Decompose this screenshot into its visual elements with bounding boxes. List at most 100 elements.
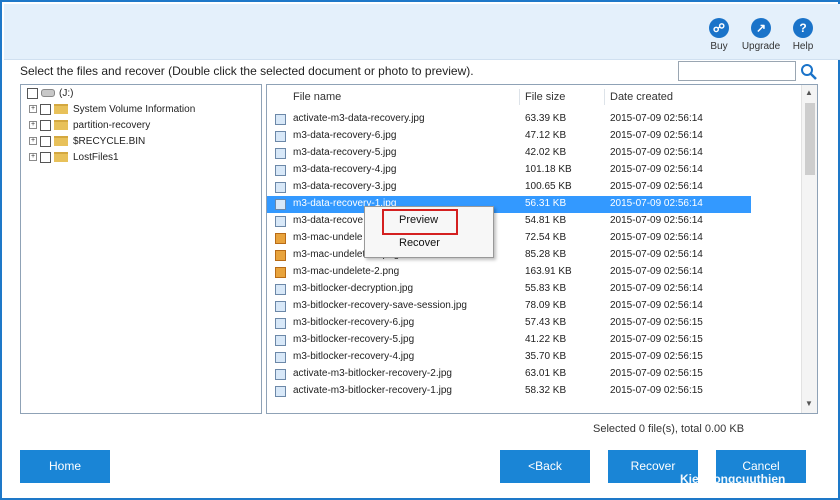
- png-file-icon: [275, 250, 286, 261]
- tree-checkbox[interactable]: [40, 151, 51, 163]
- column-header-date[interactable]: Date created: [610, 85, 673, 109]
- tree-checkbox[interactable]: [40, 103, 51, 115]
- upgrade-button[interactable]: ↗ Upgrade: [740, 18, 782, 52]
- tree-item-drive[interactable]: (J:): [27, 85, 73, 101]
- file-name: m3-bitlocker-recovery-6.jpg: [293, 317, 415, 328]
- file-size: 47.12 KB: [525, 130, 567, 141]
- column-divider[interactable]: [604, 89, 605, 105]
- image-file-icon: [275, 301, 286, 312]
- image-file-icon: [275, 165, 286, 176]
- folder-icon: [54, 104, 68, 114]
- file-date: 2015-07-09 02:56:14: [610, 249, 703, 260]
- expand-icon[interactable]: +: [29, 137, 37, 145]
- file-row[interactable]: m3-mac-undelete-2.png 163.91 KB 2015-07-09…: [267, 264, 751, 281]
- column-header-size[interactable]: File size: [525, 85, 565, 109]
- tree-item-partition-recovery[interactable]: + partition-recovery: [29, 117, 150, 133]
- file-date: 2015-07-09 02:56:14: [610, 232, 703, 243]
- drive-icon: [41, 89, 55, 97]
- file-size: 101.18 KB: [525, 164, 572, 175]
- folder-icon: [54, 136, 68, 146]
- file-date: 2015-07-09 02:56:14: [610, 113, 703, 124]
- file-row[interactable]: m3-bitlocker-recovery-4.jpg 35.70 KB 2015-…: [267, 349, 751, 366]
- file-name: activate-m3-bitlocker-recovery-2.jpg: [293, 368, 452, 379]
- image-file-icon: [275, 131, 286, 142]
- context-menu-preview[interactable]: Preview: [399, 214, 438, 226]
- file-size: 41.22 KB: [525, 334, 567, 345]
- file-date: 2015-07-09 02:56:14: [610, 147, 703, 158]
- home-button[interactable]: Home: [20, 450, 110, 483]
- file-date: 2015-07-09 02:56:14: [610, 283, 703, 294]
- help-icon: ?: [793, 18, 813, 38]
- file-name: m3-data-recovery-4.jpg: [293, 164, 397, 175]
- file-name: m3-bitlocker-recovery-5.jpg: [293, 334, 415, 345]
- tree-item-system-volume-information[interactable]: + System Volume Information: [29, 101, 195, 117]
- file-date: 2015-07-09 02:56:14: [610, 130, 703, 141]
- image-file-icon: [275, 369, 286, 380]
- tree-checkbox[interactable]: [40, 119, 51, 131]
- file-date: 2015-07-09 02:56:14: [610, 198, 703, 209]
- search-button[interactable]: [798, 61, 820, 81]
- image-file-icon: [275, 114, 286, 125]
- file-row[interactable]: m3-bitlocker-recovery-5.jpg 41.22 KB 2015-…: [267, 332, 751, 349]
- file-row[interactable]: m3-bitlocker-recovery-save-session.jpg 78…: [267, 298, 751, 315]
- file-size: 57.43 KB: [525, 317, 567, 328]
- folder-icon: [54, 120, 68, 130]
- help-button[interactable]: ? Help: [782, 18, 824, 52]
- file-row[interactable]: activate-m3-bitlocker-recovery-1.jpg 58.3…: [267, 383, 751, 400]
- tree-item-label: LostFiles1: [73, 151, 119, 163]
- file-date: 2015-07-09 02:56:14: [610, 266, 703, 277]
- image-file-icon: [275, 182, 286, 193]
- tree-checkbox[interactable]: [27, 87, 38, 99]
- scroll-up-icon[interactable]: ▲: [805, 88, 813, 97]
- context-menu-recover[interactable]: Recover: [399, 237, 440, 249]
- scroll-down-icon[interactable]: ▼: [805, 399, 813, 408]
- file-row[interactable]: m3-data-recovery-1.jpg 56.31 KB 2015-07-09…: [267, 196, 751, 213]
- file-row[interactable]: activate-m3-bitlocker-recovery-2.jpg 63.0…: [267, 366, 751, 383]
- file-size: 56.31 KB: [525, 198, 567, 209]
- file-row[interactable]: m3-bitlocker-decryption.jpg 55.83 KB 2015-…: [267, 281, 751, 298]
- file-date: 2015-07-09 02:56:15: [610, 351, 703, 362]
- help-label: Help: [792, 41, 814, 52]
- file-size: 163.91 KB: [525, 266, 572, 277]
- back-button[interactable]: <Back: [500, 450, 590, 483]
- file-size: 78.09 KB: [525, 300, 567, 311]
- image-file-icon: [275, 318, 286, 329]
- context-menu: Preview Recover: [364, 206, 494, 258]
- file-row[interactable]: activate-m3-data-recovery.jpg 63.39 KB 201…: [267, 111, 751, 128]
- file-row[interactable]: m3-mac-undelete-1.png 85.28 KB 2015-07-09 …: [267, 247, 751, 264]
- expand-icon[interactable]: +: [29, 105, 37, 113]
- file-row[interactable]: m3-data-recovery-3.jpg 100.65 KB 2015-07-0…: [267, 179, 751, 196]
- file-name: m3-data-recovery-5.jpg: [293, 147, 397, 158]
- image-file-icon: [275, 284, 286, 295]
- buy-button[interactable]: ☍ Buy: [698, 18, 740, 52]
- image-file-icon: [275, 386, 286, 397]
- expand-icon[interactable]: +: [29, 153, 37, 161]
- file-row[interactable]: m3-data-recove 54.81 KB 2015-07-09 02:56:1…: [267, 213, 751, 230]
- scrollbar-thumb[interactable]: [805, 103, 815, 175]
- file-date: 2015-07-09 02:56:15: [610, 368, 703, 379]
- file-size: 63.01 KB: [525, 368, 567, 379]
- image-file-icon: [275, 352, 286, 363]
- upgrade-label: Upgrade: [741, 41, 781, 52]
- file-row[interactable]: m3-data-recovery-6.jpg 47.12 KB 2015-07-09…: [267, 128, 751, 145]
- column-divider[interactable]: [519, 89, 520, 105]
- expand-icon[interactable]: +: [29, 121, 37, 129]
- file-name: m3-data-recove: [293, 215, 364, 226]
- selection-status: Selected 0 file(s), total 0.00 KB: [593, 423, 745, 435]
- vertical-scrollbar[interactable]: ▲ ▼: [801, 85, 817, 413]
- file-list: File name File size Date created activat…: [266, 84, 818, 414]
- tree-item-lostfiles1[interactable]: + LostFiles1: [29, 149, 119, 165]
- file-size: 35.70 KB: [525, 351, 567, 362]
- tree-checkbox[interactable]: [40, 135, 51, 147]
- file-row[interactable]: m3-bitlocker-recovery-6.jpg 57.43 KB 2015-…: [267, 315, 751, 332]
- column-header-name[interactable]: File name: [293, 85, 341, 109]
- buy-label: Buy: [710, 41, 728, 52]
- file-size: 58.32 KB: [525, 385, 567, 396]
- file-row[interactable]: m3-data-recovery-5.jpg 42.02 KB 2015-07-09…: [267, 145, 751, 162]
- file-date: 2015-07-09 02:56:14: [610, 215, 703, 226]
- search-input[interactable]: [678, 61, 796, 81]
- file-row[interactable]: m3-data-recovery-4.jpg 101.18 KB 2015-07-0…: [267, 162, 751, 179]
- tree-item-recycle-bin[interactable]: + $RECYCLE.BIN: [29, 133, 145, 149]
- file-row[interactable]: m3-mac-undele 72.54 KB 2015-07-09 02:56:14: [267, 230, 751, 247]
- file-name: m3-data-recovery-6.jpg: [293, 130, 397, 141]
